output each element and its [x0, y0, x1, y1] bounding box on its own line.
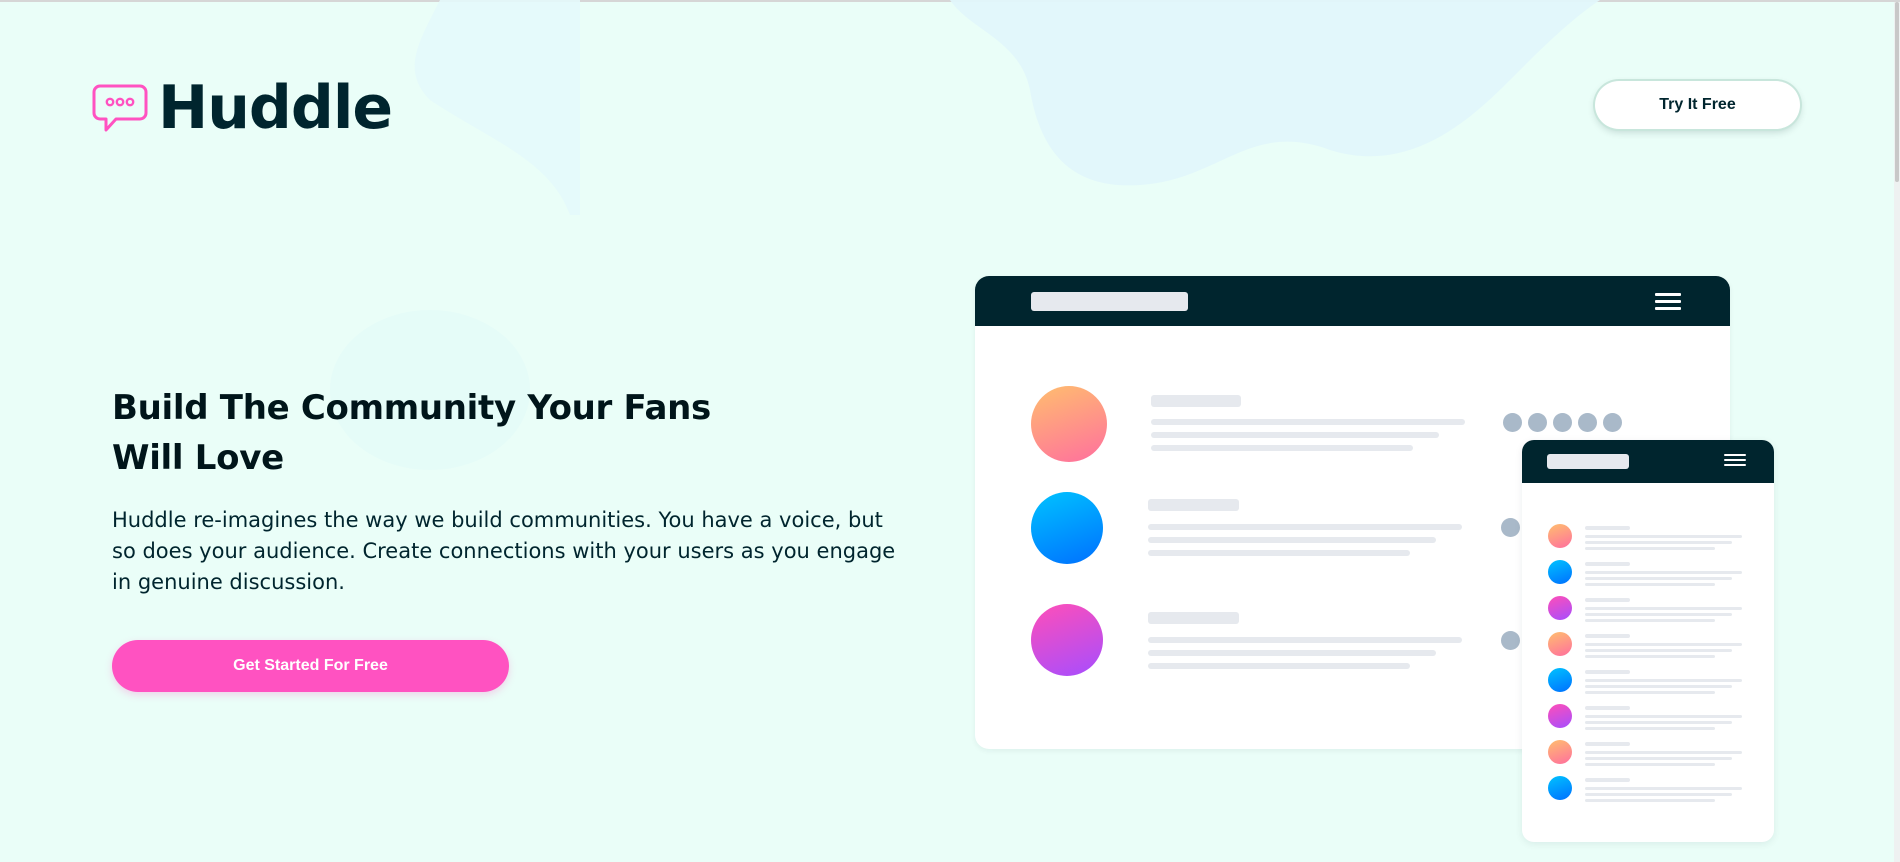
mobile-mockup	[1522, 440, 1774, 842]
avatar-orange	[1548, 740, 1572, 764]
skeleton-heading	[1585, 742, 1630, 746]
skeleton-line	[1585, 541, 1732, 544]
logo[interactable]: Huddle	[92, 73, 393, 143]
skeleton-line	[1585, 577, 1732, 580]
dot-indicator	[1503, 413, 1522, 432]
page-scrollbar[interactable]	[1894, 2, 1900, 862]
avatar-blue	[1548, 668, 1572, 692]
skeleton-line	[1585, 583, 1715, 586]
skeleton-line	[1585, 679, 1742, 682]
skeleton-heading	[1585, 598, 1630, 602]
chat-bubble-icon	[92, 84, 148, 132]
skeleton-line	[1585, 763, 1715, 766]
skeleton-line	[1585, 727, 1715, 730]
skeleton-line	[1585, 619, 1715, 622]
skeleton-line	[1148, 550, 1410, 556]
avatar-purple	[1031, 604, 1103, 676]
skeleton-line	[1585, 721, 1732, 724]
skeleton-line	[1585, 691, 1715, 694]
skeleton-line	[1585, 715, 1742, 718]
skeleton-line	[1585, 655, 1715, 658]
dot-indicator	[1553, 413, 1572, 432]
hamburger-icon	[1724, 454, 1746, 466]
skeleton-heading	[1151, 395, 1241, 407]
avatar-orange	[1548, 524, 1572, 548]
skeleton-line	[1585, 799, 1715, 802]
skeleton-line	[1151, 445, 1413, 451]
dot-indicator	[1578, 413, 1597, 432]
skeleton-line	[1148, 650, 1436, 656]
skeleton-line	[1148, 537, 1436, 543]
skeleton-line	[1585, 607, 1742, 610]
skeleton-line	[1151, 419, 1465, 425]
skeleton-line	[1585, 571, 1742, 574]
skeleton-heading	[1148, 499, 1239, 511]
skeleton-heading	[1585, 706, 1630, 710]
avatar-orange	[1031, 386, 1107, 462]
skeleton-heading	[1585, 526, 1630, 530]
get-started-button[interactable]: Get Started For Free	[112, 640, 509, 692]
desktop-mockup-navbar	[975, 276, 1730, 326]
avatar-blue	[1548, 776, 1572, 800]
skeleton-line	[1585, 793, 1732, 796]
scrollbar-thumb[interactable]	[1895, 2, 1899, 182]
skeleton-heading	[1585, 670, 1630, 674]
dot-indicator	[1603, 413, 1622, 432]
avatar-blue	[1548, 560, 1572, 584]
mobile-mockup-navbar	[1522, 440, 1774, 483]
skeleton-line	[1585, 685, 1732, 688]
try-it-free-button[interactable]: Try It Free	[1595, 81, 1800, 129]
skeleton-line	[1585, 643, 1742, 646]
navbar-title-placeholder	[1031, 292, 1188, 311]
skeleton-line	[1585, 787, 1742, 790]
background-blob-left	[414, 0, 580, 215]
skeleton-line	[1585, 757, 1732, 760]
skeleton-line	[1148, 637, 1462, 643]
dot-indicator	[1501, 518, 1520, 537]
skeleton-line	[1585, 649, 1732, 652]
skeleton-line	[1148, 663, 1410, 669]
hamburger-icon	[1655, 293, 1681, 310]
skeleton-line	[1585, 535, 1742, 538]
avatar-purple	[1548, 704, 1572, 728]
navbar-title-placeholder	[1547, 454, 1629, 469]
avatar-blue	[1031, 492, 1103, 564]
hero-title: Build The Community Your Fans Will Love	[112, 388, 711, 478]
skeleton-line	[1585, 547, 1715, 550]
avatar-orange	[1548, 632, 1572, 656]
dot-indicator	[1528, 413, 1547, 432]
skeleton-line	[1585, 613, 1732, 616]
background-blob-right	[950, 0, 1600, 186]
hero-description: Huddle re-imagines the way we build comm…	[112, 508, 896, 594]
skeleton-heading	[1148, 612, 1239, 624]
skeleton-heading	[1585, 562, 1630, 566]
skeleton-line	[1585, 751, 1742, 754]
skeleton-line	[1151, 432, 1439, 438]
avatar-purple	[1548, 596, 1572, 620]
dot-indicator	[1501, 631, 1520, 650]
hero-illustration	[975, 276, 1774, 842]
skeleton-heading	[1585, 634, 1630, 638]
logo-text: Huddle	[158, 73, 393, 143]
skeleton-line	[1148, 524, 1462, 530]
skeleton-heading	[1585, 778, 1630, 782]
